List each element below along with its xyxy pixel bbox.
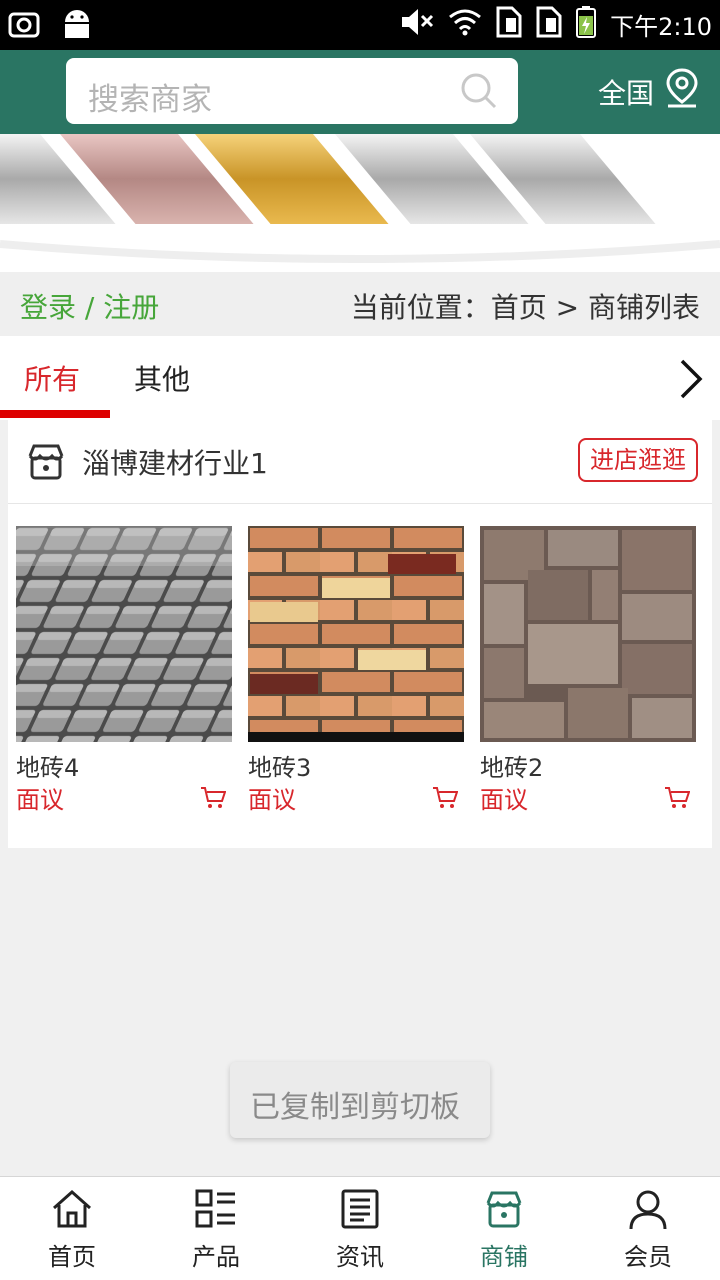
product-item[interactable]: 地砖4 面议 <box>16 526 232 814</box>
shop-header[interactable]: 淄博建材行业1 进店逛逛 <box>8 420 712 504</box>
breadcrumb: 当前位置：首页 > 商铺列表 <box>350 291 700 324</box>
chevron-right-icon[interactable] <box>678 358 704 404</box>
list-icon <box>195 1189 237 1233</box>
location-pin-icon <box>664 68 700 115</box>
nav-products[interactable]: 产品 <box>144 1177 288 1280</box>
region-label: 全国 <box>597 76 654 110</box>
category-tabs: 所有 其他 <box>0 336 720 420</box>
nav-stores[interactable]: 商铺 <box>432 1177 576 1280</box>
product-item[interactable]: 地砖3 面议 <box>248 526 464 814</box>
nav-products-label: 产品 <box>192 1243 240 1271</box>
cart-icon[interactable] <box>200 786 227 814</box>
nav-stores-label: 商铺 <box>480 1243 528 1271</box>
search-icon[interactable] <box>460 72 498 114</box>
visit-store-button[interactable]: 进店逛逛 <box>578 438 698 482</box>
store-icon <box>26 442 66 486</box>
cart-icon[interactable] <box>664 786 691 814</box>
product-price: 面议 <box>16 786 64 814</box>
clock: 下午2:10 <box>610 12 712 41</box>
product-name: 地砖4 <box>16 754 80 782</box>
nav-news[interactable]: 资讯 <box>288 1177 432 1280</box>
sim1-icon <box>496 6 522 42</box>
nav-member-label: 会员 <box>624 1243 672 1271</box>
toast-text: 已复制到剪切板 <box>250 1090 460 1125</box>
tab-other[interactable]: 其他 <box>134 358 190 398</box>
store-icon <box>484 1189 524 1233</box>
cart-icon[interactable] <box>432 786 459 814</box>
product-price: 面议 <box>480 786 528 814</box>
user-icon <box>628 1189 668 1235</box>
screenshot-icon <box>8 8 40 44</box>
nav-home[interactable]: 首页 <box>0 1177 144 1280</box>
product-image[interactable] <box>16 526 232 742</box>
nav-news-label: 资讯 <box>336 1243 384 1271</box>
battery-charging-icon <box>576 6 597 42</box>
wifi-icon <box>448 8 482 40</box>
nav-home-label: 首页 <box>48 1243 96 1271</box>
status-bar: 下午2:10 <box>0 0 720 50</box>
sim2-icon <box>536 6 562 42</box>
search-input[interactable]: 搜索商家 <box>66 58 518 124</box>
tab-all[interactable]: 所有 <box>24 358 80 398</box>
product-image[interactable] <box>480 526 696 742</box>
bottom-nav: 首页 产品 资讯 商铺 会员 <box>0 1176 720 1280</box>
mute-icon <box>400 7 434 41</box>
home-icon <box>51 1189 93 1233</box>
region-selector[interactable]: 全国 <box>598 68 700 115</box>
app-header: 搜索商家 全国 <box>0 50 720 134</box>
news-icon <box>340 1189 380 1233</box>
product-image[interactable] <box>248 526 464 742</box>
product-name: 地砖2 <box>480 754 544 782</box>
product-price: 面议 <box>248 786 296 814</box>
shop-name: 淄博建材行业1 <box>82 447 268 480</box>
shop-card: 淄博建材行业1 进店逛逛 地砖4 面议 地砖3 面议 地砖2 面议 <box>8 420 712 848</box>
product-name: 地砖3 <box>248 754 312 782</box>
product-item[interactable]: 地砖2 面议 <box>480 526 696 814</box>
nav-member[interactable]: 会员 <box>576 1177 720 1280</box>
toast-message: 已复制到剪切板 <box>230 1062 490 1138</box>
breadcrumb-bar: 登录 / 注册 当前位置：首页 > 商铺列表 <box>0 272 720 336</box>
active-tab-indicator <box>0 410 110 418</box>
android-icon <box>62 8 92 44</box>
login-register-link[interactable]: 登录 / 注册 <box>20 286 159 326</box>
search-placeholder: 搜索商家 <box>88 82 212 118</box>
promo-banner[interactable] <box>0 134 720 272</box>
